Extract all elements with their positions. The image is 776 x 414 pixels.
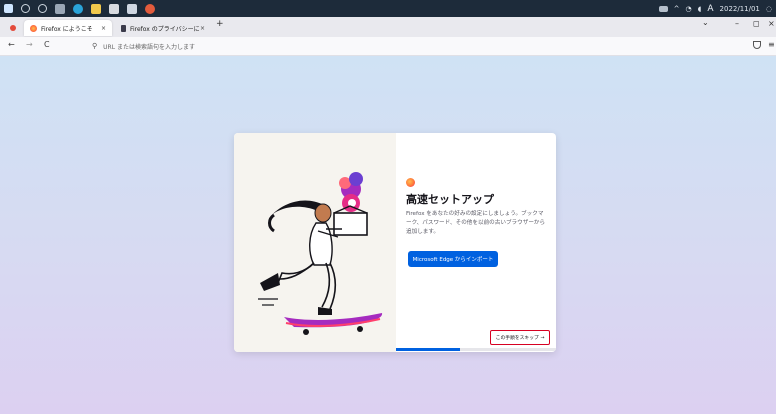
volume-icon[interactable]: ◖ bbox=[698, 5, 702, 13]
ime-indicator[interactable]: A bbox=[707, 4, 713, 14]
setup-panel: 高速セットアップ Firefox をあなたの好みの設定にしましょう。ブックマーク… bbox=[396, 133, 556, 352]
setup-description: Firefox をあなたの好みの設定にしましょう。ブックマーク、パスワード、その… bbox=[406, 211, 546, 235]
network-icon[interactable]: ◔ bbox=[686, 5, 692, 13]
tab-privacy-notice[interactable]: Firefox のプライバシーに関する通知 × bbox=[115, 20, 211, 36]
progress-track bbox=[396, 348, 556, 351]
new-tab-button[interactable]: + bbox=[216, 19, 224, 29]
close-icon[interactable]: × bbox=[101, 25, 106, 32]
search-icon[interactable] bbox=[21, 4, 30, 13]
windows-taskbar: ^ ◔ ◖ A 2022/11/01 ◌ bbox=[0, 0, 776, 17]
privacy-favicon-icon bbox=[121, 24, 126, 32]
close-window-button[interactable]: × bbox=[768, 19, 775, 28]
close-icon[interactable]: × bbox=[200, 25, 205, 32]
tab-list-chevron-down-icon[interactable]: ⌄ bbox=[702, 18, 709, 27]
firefox-taskbar-icon[interactable] bbox=[145, 3, 155, 14]
keyboard-icon[interactable] bbox=[658, 5, 668, 12]
firefox-view-icon[interactable] bbox=[10, 25, 16, 31]
reload-icon[interactable]: C bbox=[44, 40, 50, 49]
tab-label: Firefox のプライバシーに関する通知 bbox=[129, 25, 200, 33]
illustration-panel bbox=[234, 133, 396, 352]
store-icon[interactable] bbox=[109, 3, 119, 14]
mail-icon[interactable] bbox=[127, 3, 137, 14]
forward-arrow-icon[interactable]: → bbox=[26, 40, 33, 49]
skip-step-button[interactable]: この手順をスキップ → bbox=[490, 330, 550, 345]
firefox-logo-icon bbox=[406, 178, 415, 187]
progress-fill bbox=[396, 348, 460, 351]
firefox-favicon-icon bbox=[30, 24, 37, 32]
pocket-icon[interactable] bbox=[753, 41, 761, 49]
tab-welcome[interactable]: Firefox にようこそ × bbox=[24, 20, 112, 36]
edge-icon[interactable] bbox=[73, 3, 83, 14]
maximize-button[interactable]: ◻ bbox=[753, 19, 760, 28]
tab-strip: Firefox にようこそ × Firefox のプライバシーに関する通知 × … bbox=[0, 17, 776, 37]
skateboarder-illustration bbox=[258, 172, 383, 335]
url-placeholder: URL または検索語句を入力します bbox=[103, 43, 195, 51]
navigation-bar: ← → C ⚲ URL または検索語句を入力します ≡ bbox=[0, 37, 776, 56]
back-arrow-icon[interactable]: ← bbox=[8, 40, 15, 49]
clock-date[interactable]: 2022/11/01 bbox=[720, 5, 760, 13]
page-title: 高速セットアップ bbox=[406, 193, 494, 206]
refresh-icon[interactable] bbox=[38, 4, 47, 13]
notification-icon[interactable]: ◌ bbox=[766, 5, 772, 13]
file-explorer-icon[interactable] bbox=[91, 3, 101, 14]
tab-label: Firefox にようこそ bbox=[41, 25, 93, 33]
search-icon: ⚲ bbox=[92, 42, 98, 50]
minimize-button[interactable]: – bbox=[735, 19, 739, 28]
menu-icon[interactable]: ≡ bbox=[768, 40, 775, 49]
url-bar[interactable]: ⚲ URL または検索語句を入力します bbox=[92, 40, 704, 52]
welcome-page: 高速セットアップ Firefox をあなたの好みの設定にしましょう。ブックマーク… bbox=[0, 56, 776, 414]
start-icon[interactable] bbox=[4, 4, 13, 13]
task-view-icon[interactable] bbox=[55, 3, 65, 14]
tray-up-icon[interactable]: ^ bbox=[674, 5, 680, 13]
import-from-edge-button[interactable]: Microsoft Edge からインポート bbox=[408, 251, 498, 267]
onboarding-card: 高速セットアップ Firefox をあなたの好みの設定にしましょう。ブックマーク… bbox=[234, 133, 556, 352]
